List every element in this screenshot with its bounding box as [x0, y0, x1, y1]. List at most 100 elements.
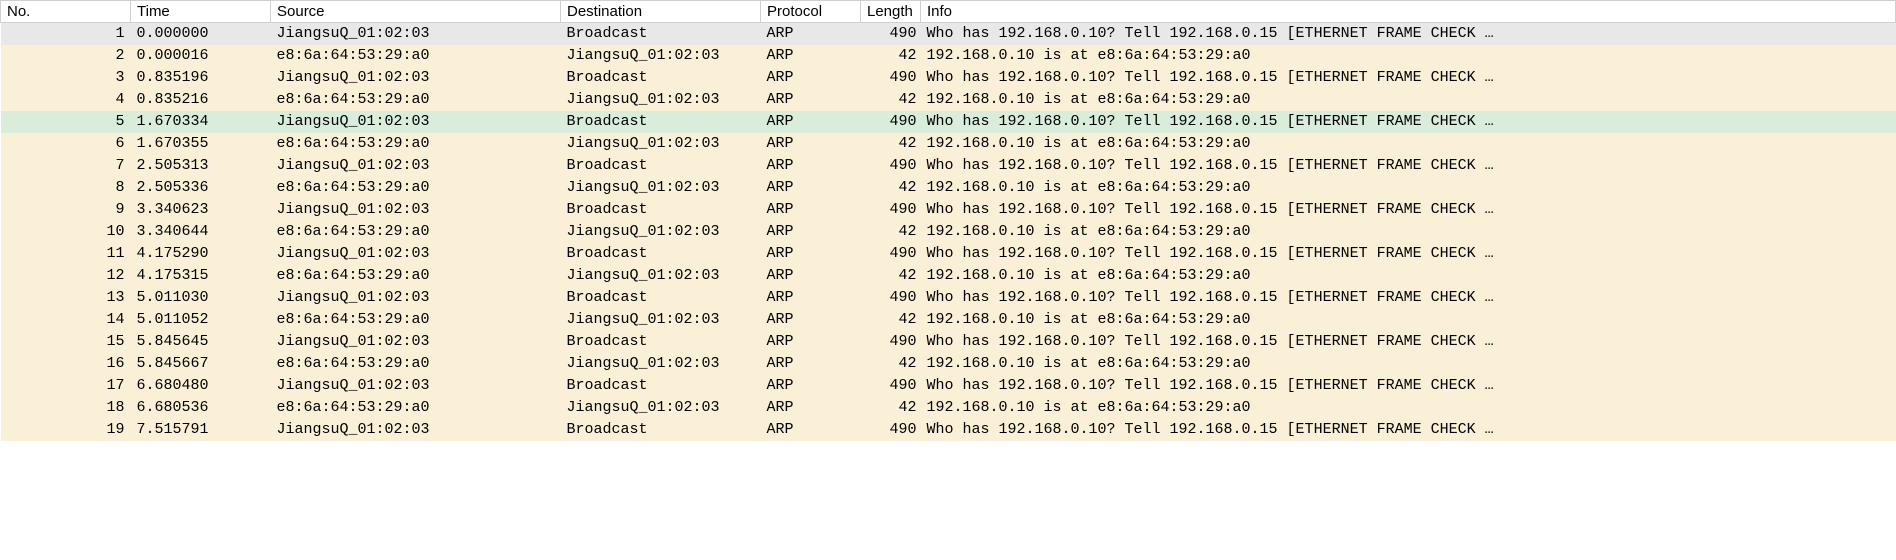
table-row[interactable]: 61.670355e8:6a:64:53:29:a0JiangsuQ_01:02…: [1, 133, 1896, 155]
cell-source: e8:6a:64:53:29:a0: [271, 177, 561, 199]
cell-no: 13: [1, 287, 131, 309]
cell-protocol: ARP: [761, 397, 861, 419]
packet-list-table: No. Time Source Destination Protocol Len…: [0, 0, 1896, 441]
column-header-length[interactable]: Length: [861, 1, 921, 23]
cell-no: 5: [1, 111, 131, 133]
cell-info: Who has 192.168.0.10? Tell 192.168.0.15 …: [921, 375, 1896, 397]
cell-destination: Broadcast: [561, 243, 761, 265]
cell-info: 192.168.0.10 is at e8:6a:64:53:29:a0: [921, 45, 1896, 67]
table-row[interactable]: 93.340623JiangsuQ_01:02:03BroadcastARP49…: [1, 199, 1896, 221]
column-header-destination[interactable]: Destination: [561, 1, 761, 23]
cell-length: 490: [861, 67, 921, 89]
cell-time: 5.011052: [131, 309, 271, 331]
cell-length: 42: [861, 89, 921, 111]
cell-time: 6.680536: [131, 397, 271, 419]
cell-protocol: ARP: [761, 111, 861, 133]
table-row[interactable]: 186.680536e8:6a:64:53:29:a0JiangsuQ_01:0…: [1, 397, 1896, 419]
cell-source: JiangsuQ_01:02:03: [271, 23, 561, 46]
cell-info: Who has 192.168.0.10? Tell 192.168.0.15 …: [921, 199, 1896, 221]
table-row[interactable]: 103.340644e8:6a:64:53:29:a0JiangsuQ_01:0…: [1, 221, 1896, 243]
cell-no: 1: [1, 23, 131, 46]
cell-info: Who has 192.168.0.10? Tell 192.168.0.15 …: [921, 419, 1896, 441]
cell-length: 42: [861, 133, 921, 155]
cell-source: JiangsuQ_01:02:03: [271, 199, 561, 221]
table-row[interactable]: 197.515791JiangsuQ_01:02:03BroadcastARP4…: [1, 419, 1896, 441]
table-row[interactable]: 72.505313JiangsuQ_01:02:03BroadcastARP49…: [1, 155, 1896, 177]
table-row[interactable]: 20.000016e8:6a:64:53:29:a0JiangsuQ_01:02…: [1, 45, 1896, 67]
cell-no: 14: [1, 309, 131, 331]
table-body: 10.000000JiangsuQ_01:02:03BroadcastARP49…: [1, 23, 1896, 442]
table-row[interactable]: 10.000000JiangsuQ_01:02:03BroadcastARP49…: [1, 23, 1896, 46]
cell-no: 18: [1, 397, 131, 419]
cell-length: 490: [861, 243, 921, 265]
cell-time: 3.340644: [131, 221, 271, 243]
table-row[interactable]: 145.011052e8:6a:64:53:29:a0JiangsuQ_01:0…: [1, 309, 1896, 331]
cell-no: 15: [1, 331, 131, 353]
cell-no: 4: [1, 89, 131, 111]
cell-info: 192.168.0.10 is at e8:6a:64:53:29:a0: [921, 221, 1896, 243]
cell-length: 42: [861, 397, 921, 419]
cell-length: 490: [861, 331, 921, 353]
cell-info: Who has 192.168.0.10? Tell 192.168.0.15 …: [921, 23, 1896, 46]
cell-info: 192.168.0.10 is at e8:6a:64:53:29:a0: [921, 397, 1896, 419]
column-header-protocol[interactable]: Protocol: [761, 1, 861, 23]
table-row[interactable]: 176.680480JiangsuQ_01:02:03BroadcastARP4…: [1, 375, 1896, 397]
cell-source: e8:6a:64:53:29:a0: [271, 397, 561, 419]
cell-source: e8:6a:64:53:29:a0: [271, 265, 561, 287]
cell-info: Who has 192.168.0.10? Tell 192.168.0.15 …: [921, 287, 1896, 309]
cell-no: 16: [1, 353, 131, 375]
cell-destination: JiangsuQ_01:02:03: [561, 353, 761, 375]
cell-destination: JiangsuQ_01:02:03: [561, 45, 761, 67]
cell-length: 490: [861, 199, 921, 221]
column-header-time[interactable]: Time: [131, 1, 271, 23]
cell-source: JiangsuQ_01:02:03: [271, 287, 561, 309]
cell-protocol: ARP: [761, 331, 861, 353]
cell-length: 42: [861, 353, 921, 375]
table-row[interactable]: 51.670334JiangsuQ_01:02:03BroadcastARP49…: [1, 111, 1896, 133]
cell-length: 490: [861, 419, 921, 441]
table-row[interactable]: 114.175290JiangsuQ_01:02:03BroadcastARP4…: [1, 243, 1896, 265]
cell-source: e8:6a:64:53:29:a0: [271, 133, 561, 155]
cell-length: 490: [861, 111, 921, 133]
cell-protocol: ARP: [761, 265, 861, 287]
cell-destination: Broadcast: [561, 111, 761, 133]
cell-protocol: ARP: [761, 155, 861, 177]
cell-source: e8:6a:64:53:29:a0: [271, 89, 561, 111]
cell-length: 42: [861, 221, 921, 243]
table-row[interactable]: 40.835216e8:6a:64:53:29:a0JiangsuQ_01:02…: [1, 89, 1896, 111]
cell-no: 3: [1, 67, 131, 89]
column-header-info[interactable]: Info: [921, 1, 1896, 23]
cell-no: 19: [1, 419, 131, 441]
column-header-no[interactable]: No.: [1, 1, 131, 23]
cell-no: 6: [1, 133, 131, 155]
cell-destination: Broadcast: [561, 331, 761, 353]
cell-destination: Broadcast: [561, 67, 761, 89]
cell-info: 192.168.0.10 is at e8:6a:64:53:29:a0: [921, 89, 1896, 111]
cell-protocol: ARP: [761, 199, 861, 221]
cell-length: 490: [861, 287, 921, 309]
cell-length: 490: [861, 155, 921, 177]
column-header-source[interactable]: Source: [271, 1, 561, 23]
cell-time: 2.505336: [131, 177, 271, 199]
cell-length: 42: [861, 309, 921, 331]
cell-source: JiangsuQ_01:02:03: [271, 375, 561, 397]
cell-length: 42: [861, 45, 921, 67]
cell-protocol: ARP: [761, 375, 861, 397]
cell-info: 192.168.0.10 is at e8:6a:64:53:29:a0: [921, 309, 1896, 331]
table-row[interactable]: 30.835196JiangsuQ_01:02:03BroadcastARP49…: [1, 67, 1896, 89]
table-row[interactable]: 165.845667e8:6a:64:53:29:a0JiangsuQ_01:0…: [1, 353, 1896, 375]
cell-time: 1.670334: [131, 111, 271, 133]
cell-destination: JiangsuQ_01:02:03: [561, 397, 761, 419]
cell-info: Who has 192.168.0.10? Tell 192.168.0.15 …: [921, 331, 1896, 353]
table-row[interactable]: 82.505336e8:6a:64:53:29:a0JiangsuQ_01:02…: [1, 177, 1896, 199]
cell-source: JiangsuQ_01:02:03: [271, 67, 561, 89]
cell-time: 3.340623: [131, 199, 271, 221]
cell-source: e8:6a:64:53:29:a0: [271, 353, 561, 375]
cell-protocol: ARP: [761, 419, 861, 441]
table-row[interactable]: 124.175315e8:6a:64:53:29:a0JiangsuQ_01:0…: [1, 265, 1896, 287]
cell-info: Who has 192.168.0.10? Tell 192.168.0.15 …: [921, 155, 1896, 177]
cell-protocol: ARP: [761, 243, 861, 265]
table-row[interactable]: 155.845645JiangsuQ_01:02:03BroadcastARP4…: [1, 331, 1896, 353]
cell-destination: JiangsuQ_01:02:03: [561, 265, 761, 287]
table-row[interactable]: 135.011030JiangsuQ_01:02:03BroadcastARP4…: [1, 287, 1896, 309]
